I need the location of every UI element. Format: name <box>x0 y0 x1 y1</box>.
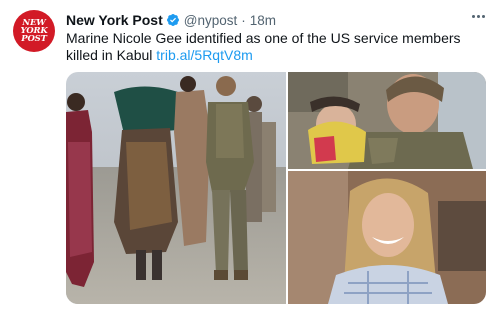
more-dot-2 <box>476 14 480 18</box>
verified-badge-icon <box>166 13 180 27</box>
avatar-logo-line-3: POST <box>21 34 47 44</box>
photo-portrait[interactable] <box>288 171 486 304</box>
author-name[interactable]: New York Post <box>66 12 163 28</box>
more-options-icon[interactable] <box>468 8 488 24</box>
tweet-card[interactable]: NEW YORK POST New York Post @nypost · 18… <box>0 0 500 310</box>
photo-soldier-with-baby[interactable] <box>288 72 486 169</box>
more-dot-1 <box>471 14 475 18</box>
photo-tarmac[interactable] <box>66 72 286 304</box>
separator-dot: · <box>241 12 246 28</box>
timestamp[interactable]: 18m <box>250 13 276 28</box>
tweet-link[interactable]: trib.al/5RqtV8m <box>156 47 252 63</box>
tweet-body: Marine Nicole Gee identified as one of t… <box>66 30 461 63</box>
more-dot-3 <box>481 14 485 18</box>
avatar[interactable]: NEW YORK POST <box>13 10 55 52</box>
media-grid <box>66 72 486 304</box>
author-handle[interactable]: @nypost <box>184 13 237 28</box>
tweet-header: New York Post @nypost · 18m <box>66 11 276 29</box>
tweet-text: Marine Nicole Gee identified as one of t… <box>66 30 486 64</box>
